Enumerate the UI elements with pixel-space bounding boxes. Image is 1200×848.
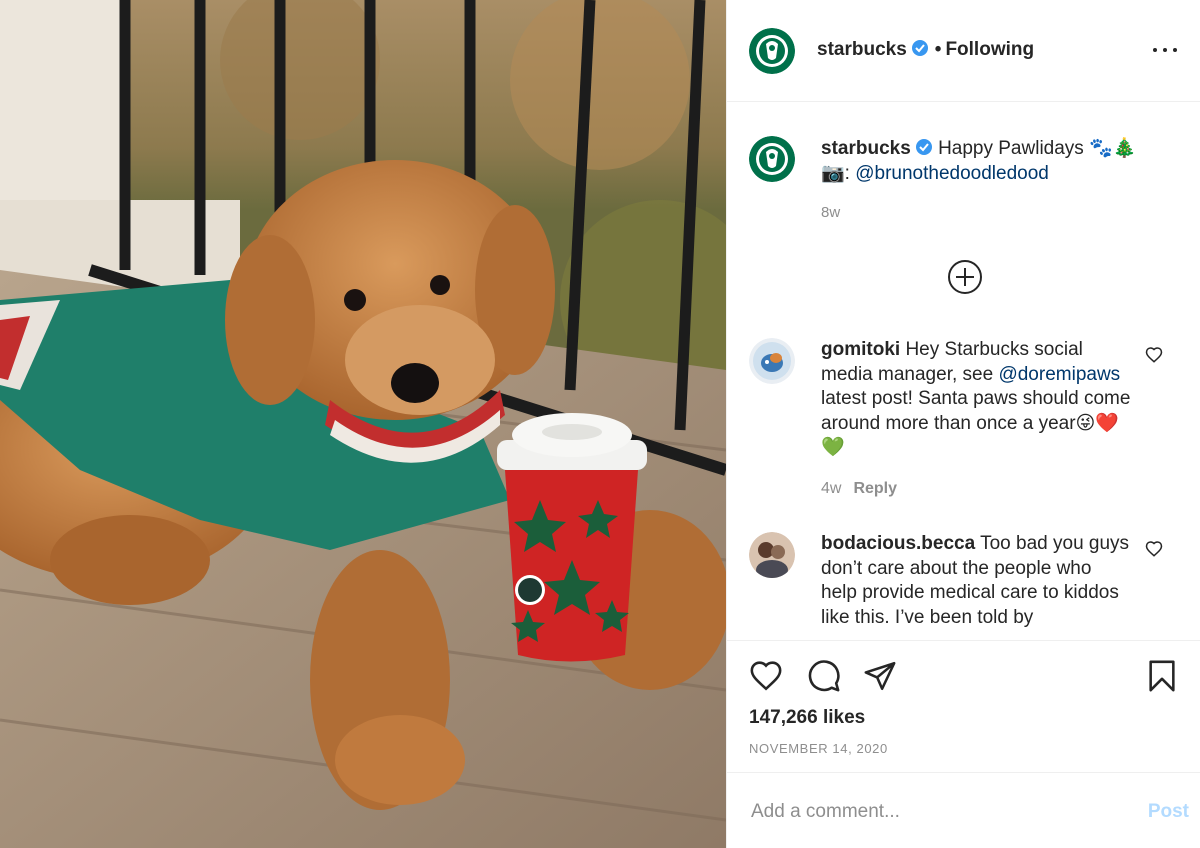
- reply-button[interactable]: Reply: [853, 480, 897, 497]
- comment-text: gomitoki Hey Starbucks social media mana…: [821, 338, 1131, 461]
- header-separator: •: [934, 39, 942, 60]
- comment-item: bodacious.becca Too bad you guys don’t c…: [749, 532, 1189, 640]
- save-bookmark-icon[interactable]: [1145, 659, 1179, 693]
- camera-credit-icon: 📷:: [821, 163, 850, 184]
- more-options-icon[interactable]: [1153, 44, 1177, 58]
- verified-badge-icon: [911, 40, 928, 56]
- share-paper-plane-icon[interactable]: [863, 659, 897, 693]
- comment-username[interactable]: bodacious.becca: [821, 533, 975, 554]
- load-more-comments-icon[interactable]: [947, 259, 983, 295]
- comment-like-heart-icon[interactable]: [1145, 346, 1163, 364]
- comment-like-heart-icon[interactable]: [1145, 540, 1163, 558]
- verified-badge-icon: [915, 139, 932, 155]
- comment-avatar[interactable]: [749, 532, 795, 578]
- likes-count[interactable]: 147,266 likes: [749, 707, 865, 729]
- header-username[interactable]: starbucks: [817, 39, 907, 60]
- comment-bubble-icon[interactable]: [807, 659, 841, 693]
- post-comment-button[interactable]: Post: [1148, 801, 1189, 823]
- following-button[interactable]: Following: [945, 39, 1034, 60]
- gomitoki-avatar-icon: [749, 338, 795, 384]
- caption-text: starbucks Happy Pawlidays 🐾🎄 📷: @brunoth…: [821, 136, 1161, 186]
- post-header: starbucks • Following: [727, 0, 1200, 102]
- comment-timestamp[interactable]: 4w: [821, 480, 841, 497]
- add-comment-bar: Post: [727, 772, 1200, 848]
- caption-username[interactable]: starbucks: [821, 138, 911, 159]
- caption-mention-link[interactable]: @brunothedoodledood: [855, 163, 1049, 184]
- starbucks-avatar[interactable]: [749, 28, 795, 74]
- caption-avatar[interactable]: [749, 136, 795, 182]
- comment-text: bodacious.becca Too bad you guys don’t c…: [821, 532, 1131, 630]
- starbucks-logo-icon: [749, 28, 795, 74]
- post-photo[interactable]: [0, 0, 726, 848]
- comment-meta: 4w Reply: [821, 480, 897, 498]
- caption-timestamp[interactable]: 8w: [821, 204, 840, 221]
- comment-avatar[interactable]: [749, 338, 795, 384]
- post-photo-illustration: [0, 0, 726, 848]
- header-user: starbucks • Following: [817, 39, 1034, 61]
- comment-mention-link[interactable]: @doremipaws: [998, 364, 1120, 385]
- comment-item: gomitoki Hey Starbucks social media mana…: [749, 338, 1189, 508]
- like-heart-icon[interactable]: [749, 659, 783, 693]
- add-comment-input[interactable]: [749, 797, 1103, 827]
- post-date[interactable]: NOVEMBER 14, 2020: [749, 741, 888, 756]
- post-panel: starbucks • Following starbucks Happy Pawl…: [726, 0, 1200, 848]
- caption-body: Happy Pawlidays 🐾🎄: [938, 138, 1137, 159]
- starbucks-logo-icon: [749, 136, 795, 182]
- comment-body-continued: latest post! Santa paws should come arou…: [821, 388, 1131, 458]
- bodacious-becca-avatar-icon: [749, 532, 795, 578]
- post-actions: 147,266 likes NOVEMBER 14, 2020: [727, 640, 1200, 770]
- comment-username[interactable]: gomitoki: [821, 339, 900, 360]
